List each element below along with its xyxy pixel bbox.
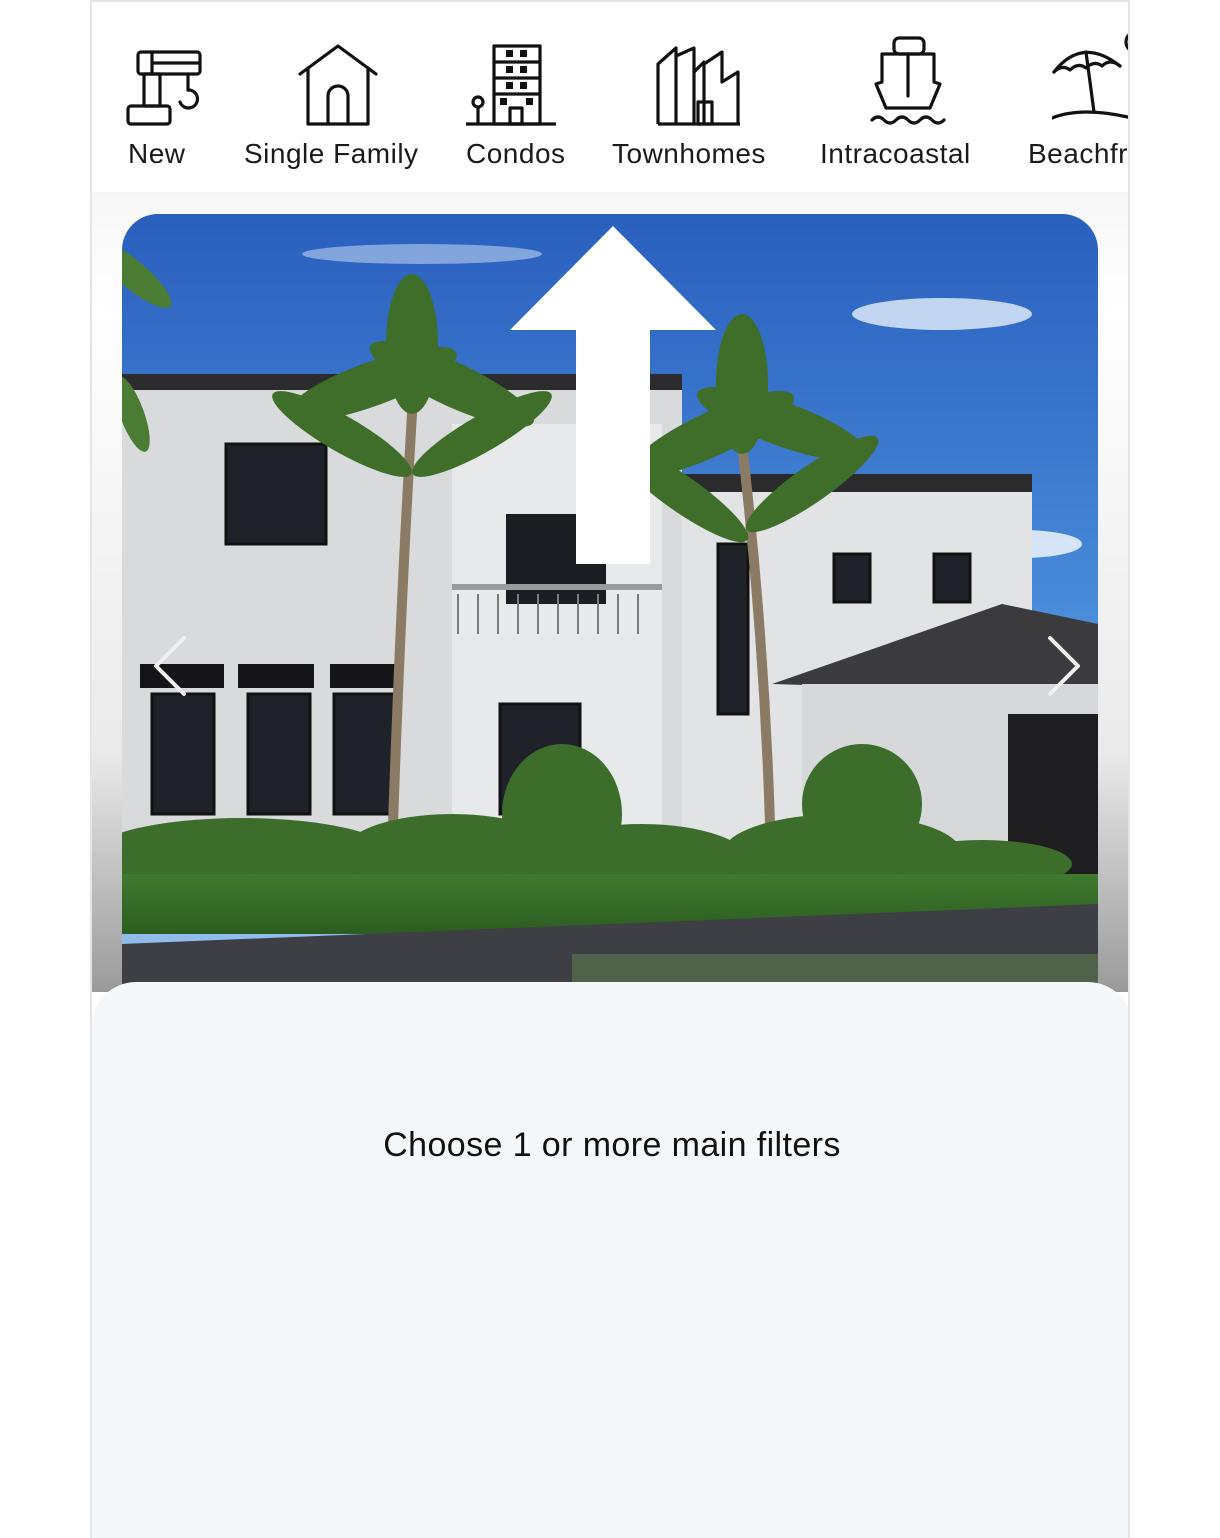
empty-state-hint: Choose 1 or more main filters [383, 1126, 841, 1164]
arrow-up-icon [510, 226, 716, 564]
filter-label: Beachfr [1028, 138, 1128, 169]
filter-single-family[interactable]: Single Family [242, 32, 422, 182]
chevron-right-icon[interactable] [1040, 634, 1084, 698]
beach-umbrella-icon [1052, 33, 1128, 120]
filter-townhomes[interactable]: Townhomes [610, 32, 780, 182]
filter-label: New [128, 138, 186, 169]
hero-image[interactable] [122, 214, 1098, 994]
boat-icon [870, 36, 946, 125]
filter-label: Single Family [244, 138, 419, 169]
filter-label: Intracoastal [820, 138, 971, 169]
filter-beachfront[interactable]: Beachfr [1028, 32, 1128, 182]
building-icon [466, 44, 556, 126]
app-screen: New Single Family Condos Townhomes Intra… [90, 0, 1130, 1538]
filter-new[interactable]: New [122, 32, 202, 182]
filter-condos[interactable]: Condos [462, 32, 582, 182]
hero-area [92, 192, 1128, 994]
townhouse-icon [656, 46, 740, 126]
filter-bar[interactable]: New Single Family Condos Townhomes Intra… [92, 2, 1128, 192]
house-icon [298, 44, 378, 126]
crane-icon [126, 50, 202, 126]
filter-label: Townhomes [612, 138, 766, 169]
filter-label: Condos [466, 138, 566, 169]
chevron-left-icon[interactable] [150, 634, 194, 698]
filter-intracoastal[interactable]: Intracoastal [820, 32, 990, 182]
filter-results-panel: Choose 1 or more main filters [92, 982, 1128, 1538]
